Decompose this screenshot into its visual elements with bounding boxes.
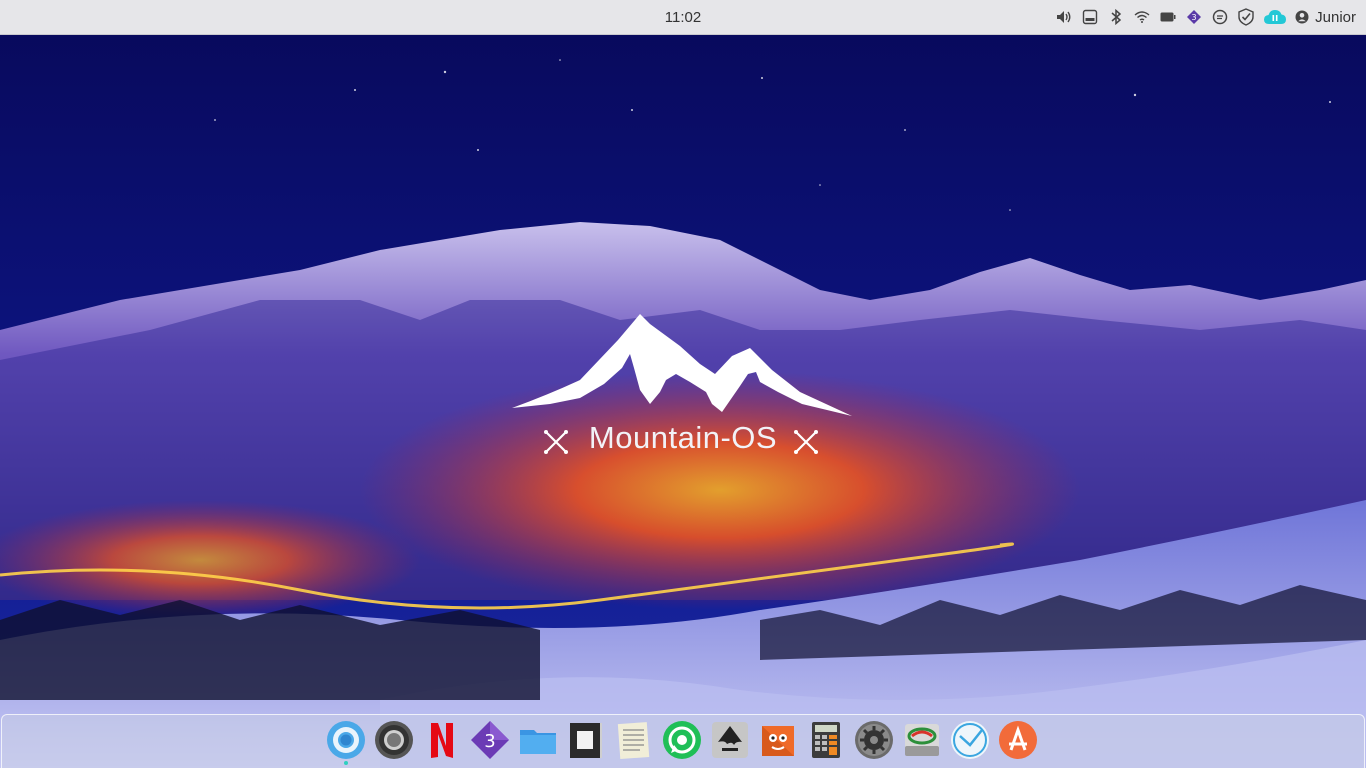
inkscape-icon <box>712 722 748 758</box>
text-editor-icon <box>617 722 650 760</box>
dock-app-inkscape[interactable] <box>709 719 751 761</box>
dock-app-whatsapp[interactable] <box>661 719 703 761</box>
gimp-icon <box>762 726 794 756</box>
dock-app-settings[interactable] <box>853 719 895 761</box>
logo-decoration-x-icon <box>794 430 818 454</box>
wifi-icon[interactable] <box>1129 0 1155 34</box>
disk-utility-icon <box>905 724 939 756</box>
dock-app-3[interactable]: 3 <box>469 719 511 761</box>
whatsapp-icon <box>663 721 701 759</box>
dock-app-chromium[interactable] <box>325 719 367 765</box>
user-name: Junior <box>1315 8 1356 26</box>
volume-icon[interactable] <box>1051 0 1077 34</box>
dock-app-calculator[interactable] <box>805 719 847 761</box>
chat-icon[interactable] <box>1207 0 1233 34</box>
battery-icon[interactable] <box>1155 0 1181 34</box>
folder-icon <box>520 730 556 754</box>
bluetooth-icon[interactable] <box>1103 0 1129 34</box>
dock-app-text-editor[interactable] <box>613 719 655 761</box>
calculator-icon <box>812 722 840 758</box>
chrome-icon <box>375 721 413 759</box>
running-indicator <box>344 761 348 765</box>
user-menu[interactable]: Junior <box>1291 0 1362 34</box>
dock-app-files[interactable] <box>517 719 559 761</box>
user-icon <box>1295 10 1309 24</box>
gear-icon <box>855 721 893 759</box>
drive-icon[interactable] <box>1077 0 1103 34</box>
svg-text:3: 3 <box>1192 13 1197 22</box>
dock-app-chrome[interactable] <box>373 719 415 761</box>
app-3-icon: 3 <box>471 721 509 759</box>
dock-app-clock[interactable] <box>949 719 991 761</box>
chromium-icon <box>327 721 365 759</box>
top-bar: 11:02 3 Junior <box>0 0 1366 35</box>
app-store-icon <box>999 721 1037 759</box>
document-icon <box>570 723 602 758</box>
app-3-icon[interactable]: 3 <box>1181 0 1207 34</box>
shield-check-icon[interactable] <box>1233 0 1259 34</box>
clock[interactable]: 11:02 <box>665 9 701 26</box>
system-tray: 3 Junior <box>1051 0 1362 34</box>
dock-app-notes[interactable] <box>565 719 607 761</box>
app-3-label: 3 <box>484 731 495 752</box>
logo-text: Mountain-OS <box>588 420 778 455</box>
dock-app-netflix[interactable] <box>421 719 463 761</box>
clock-icon <box>951 721 989 759</box>
dock-app-gimp[interactable] <box>757 719 799 761</box>
dock-apps: 3 <box>325 717 1039 765</box>
cloud-sync-icon[interactable] <box>1259 0 1291 34</box>
logo-decoration-x-icon <box>544 430 568 454</box>
dock-app-app-store[interactable] <box>997 719 1039 761</box>
netflix-icon <box>431 723 453 758</box>
dock-app-disk-utility[interactable] <box>901 719 943 761</box>
